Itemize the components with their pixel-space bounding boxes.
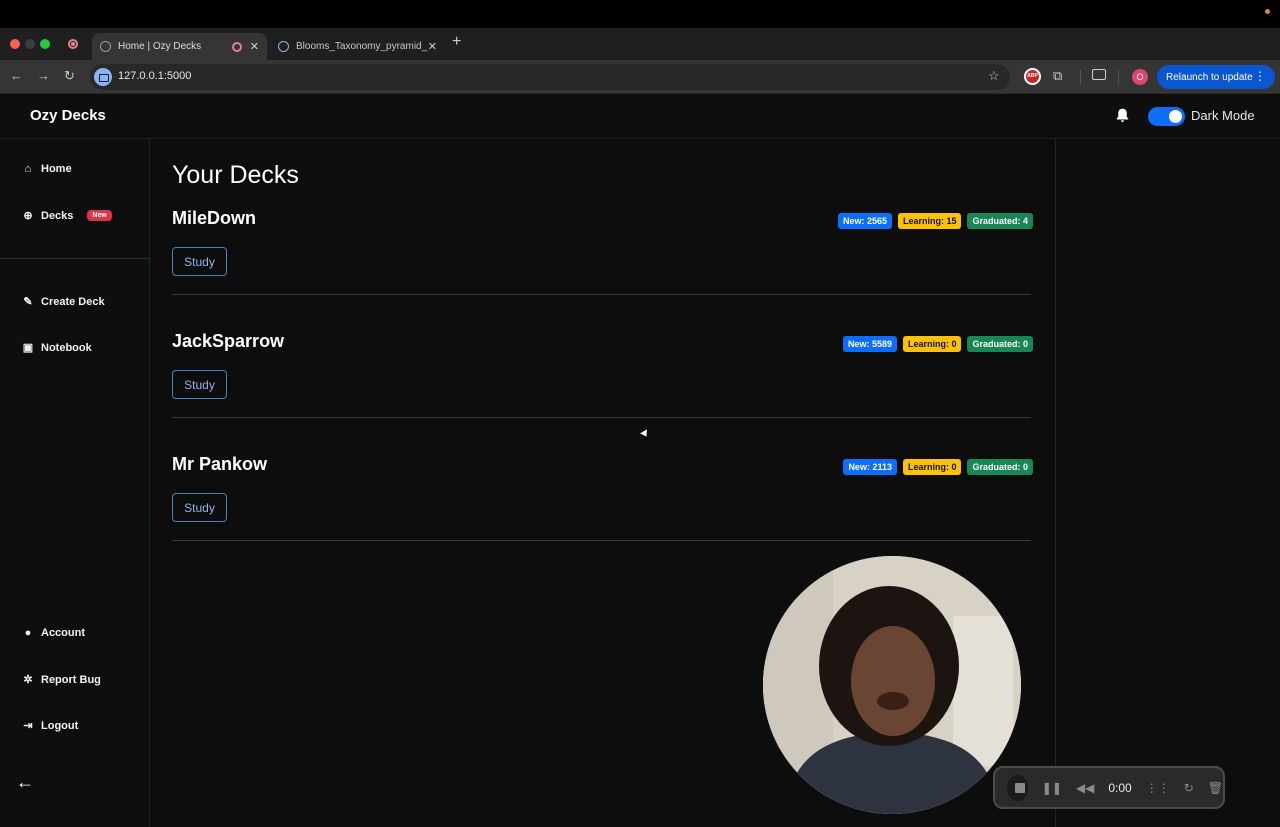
sidebar-item-label: Home bbox=[41, 163, 72, 175]
sidebar-item-logout[interactable]: ⇥ Logout bbox=[22, 719, 79, 733]
sidebar: ⌂ Home ⊕ Decks New ✎ Create Deck ▣ Noteb… bbox=[0, 139, 150, 827]
pause-icon[interactable]: ❚❚ bbox=[1042, 781, 1062, 795]
tab-label: Home | Ozy Decks bbox=[118, 41, 202, 52]
address-bar[interactable]: 127.0.0.1:5000 ☆ bbox=[90, 64, 1010, 90]
webcam-person-image bbox=[763, 556, 1021, 814]
tab-bar: Home | Ozy Decks ✕ Blooms_Taxonomy_pyram… bbox=[0, 28, 1280, 60]
learning-count-badge: Learning: 0 bbox=[902, 459, 962, 475]
site-info-icon[interactable] bbox=[94, 68, 112, 86]
graduated-count-badge: Graduated: 4 bbox=[967, 213, 1033, 229]
deck-divider bbox=[172, 417, 1031, 418]
new-count-badge: New: 5589 bbox=[842, 336, 897, 352]
sidebar-item-decks[interactable]: ⊕ Decks New bbox=[22, 209, 112, 222]
status-dot bbox=[1265, 9, 1270, 14]
forward-icon[interactable]: → bbox=[37, 68, 50, 83]
bell-icon[interactable] bbox=[1114, 107, 1131, 124]
sidebar-item-account[interactable]: ● Account bbox=[22, 627, 85, 639]
cast-icon[interactable] bbox=[1092, 69, 1106, 80]
sidebar-item-label: Decks bbox=[41, 209, 74, 222]
user-icon: ● bbox=[24, 627, 32, 639]
new-tab-button[interactable]: + bbox=[452, 33, 461, 51]
new-count-badge: New: 2113 bbox=[843, 459, 897, 475]
recording-icon bbox=[231, 41, 242, 52]
divider bbox=[1118, 70, 1119, 84]
collapse-sidebar-icon[interactable]: ← bbox=[16, 772, 34, 793]
graduated-count-badge: Graduated: 0 bbox=[967, 459, 1033, 475]
sidebar-item-label: Report Bug bbox=[41, 673, 101, 686]
brand-logo[interactable]: Ozy Decks bbox=[30, 107, 106, 124]
chrome-page-icon bbox=[278, 41, 289, 52]
recording-indicator-icon bbox=[68, 39, 78, 49]
grid-icon[interactable]: ⋮⋮ bbox=[1146, 781, 1170, 795]
globe-icon bbox=[100, 41, 111, 52]
deck-stats: New: 2113 Learning: 0 Graduated: 0 bbox=[843, 459, 1033, 475]
deck-name: Mr Pankow bbox=[172, 454, 268, 474]
relaunch-button[interactable]: Relaunch to update ⋮ bbox=[1157, 65, 1275, 89]
deck-divider bbox=[172, 294, 1031, 295]
bug-icon: ✲ bbox=[23, 674, 33, 686]
tab-blooms[interactable]: Blooms_Taxonomy_pyramid_ ✕ bbox=[270, 33, 445, 60]
sidebar-item-create-deck[interactable]: ✎ Create Deck bbox=[22, 295, 105, 309]
recording-time: 0:00 bbox=[1108, 780, 1132, 795]
home-icon: ⌂ bbox=[24, 163, 32, 175]
restart-icon[interactable]: ↻ bbox=[1184, 781, 1194, 795]
relaunch-label: Relaunch to update bbox=[1166, 71, 1253, 83]
deck-divider bbox=[172, 540, 1031, 541]
page-title: Your Decks bbox=[172, 161, 299, 189]
deck-name: JackSparrow bbox=[172, 331, 285, 351]
rewind-icon[interactable]: ◀◀ bbox=[1076, 781, 1094, 795]
webcam-overlay[interactable] bbox=[763, 556, 1021, 814]
deck-stats: New: 5589 Learning: 0 Graduated: 0 bbox=[842, 336, 1033, 352]
new-count-badge: New: 2565 bbox=[837, 213, 892, 229]
tab-label: Blooms_Taxonomy_pyramid_ bbox=[296, 41, 428, 52]
maximize-window-button[interactable] bbox=[40, 39, 50, 49]
dark-mode-label: Dark Mode bbox=[1191, 108, 1255, 123]
sidebar-item-report-bug[interactable]: ✲ Report Bug bbox=[22, 673, 101, 687]
sidebar-item-notebook[interactable]: ▣ Notebook bbox=[22, 341, 92, 355]
dark-mode-toggle[interactable] bbox=[1148, 107, 1185, 126]
reload-icon[interactable]: ↻ bbox=[64, 68, 75, 84]
stop-recording-button[interactable] bbox=[1007, 774, 1028, 801]
close-tab-icon[interactable]: ✕ bbox=[428, 40, 437, 53]
learning-count-badge: Learning: 15 bbox=[897, 213, 962, 229]
plus-circle-icon: ⊕ bbox=[23, 210, 33, 222]
deck-card: MileDown New: 2565 Learning: 15 Graduate… bbox=[172, 208, 1033, 331]
extensions-icon[interactable]: ⧉ bbox=[1053, 68, 1062, 84]
learning-count-badge: Learning: 0 bbox=[902, 336, 962, 352]
sidebar-item-home[interactable]: ⌂ Home bbox=[22, 163, 72, 175]
minimize-window-button[interactable] bbox=[25, 39, 35, 49]
right-panel bbox=[1055, 139, 1280, 827]
study-button[interactable]: Study bbox=[172, 247, 227, 276]
deck-name: MileDown bbox=[172, 208, 256, 228]
new-badge: New bbox=[87, 210, 112, 221]
logout-icon: ⇥ bbox=[23, 720, 33, 732]
trash-icon[interactable]: 🗑 bbox=[1208, 781, 1223, 795]
close-tab-icon[interactable]: ✕ bbox=[250, 40, 259, 53]
close-window-button[interactable] bbox=[10, 39, 20, 49]
bookmark-star-icon[interactable]: ☆ bbox=[988, 68, 1000, 84]
sidebar-divider bbox=[0, 258, 150, 259]
app-header: Ozy Decks Dark Mode bbox=[0, 94, 1280, 139]
study-button[interactable]: Study bbox=[172, 493, 227, 522]
graduated-count-badge: Graduated: 0 bbox=[967, 336, 1033, 352]
adblock-extension-icon[interactable]: ABP bbox=[1024, 68, 1041, 85]
divider bbox=[1080, 70, 1081, 84]
menu-dots-icon[interactable]: ⋮ bbox=[1254, 69, 1266, 83]
study-button[interactable]: Study bbox=[172, 370, 227, 399]
deck-card: JackSparrow New: 5589 Learning: 0 Gradua… bbox=[172, 331, 1033, 454]
deck-stats: New: 2565 Learning: 15 Graduated: 4 bbox=[837, 213, 1033, 229]
profile-avatar[interactable]: O bbox=[1132, 69, 1148, 85]
pencil-icon: ✎ bbox=[23, 296, 33, 308]
book-icon: ▣ bbox=[22, 342, 34, 354]
back-icon[interactable]: ← bbox=[10, 68, 23, 83]
url-text: 127.0.0.1:5000 bbox=[118, 70, 192, 82]
tab-home[interactable]: Home | Ozy Decks ✕ bbox=[92, 33, 267, 60]
browser-toolbar: ← → ↻ 127.0.0.1:5000 ☆ ABP ⧉ O Relaunch … bbox=[0, 60, 1280, 94]
sidebar-item-label: Create Deck bbox=[41, 295, 105, 308]
recorder-controls: ❚❚ ◀◀ 0:00 ⋮⋮ ↻ 🗑 bbox=[993, 766, 1225, 809]
sidebar-item-label: Account bbox=[41, 627, 85, 639]
sidebar-item-label: Notebook bbox=[41, 341, 92, 354]
sidebar-item-label: Logout bbox=[41, 719, 79, 732]
menu-bar bbox=[0, 0, 1280, 28]
